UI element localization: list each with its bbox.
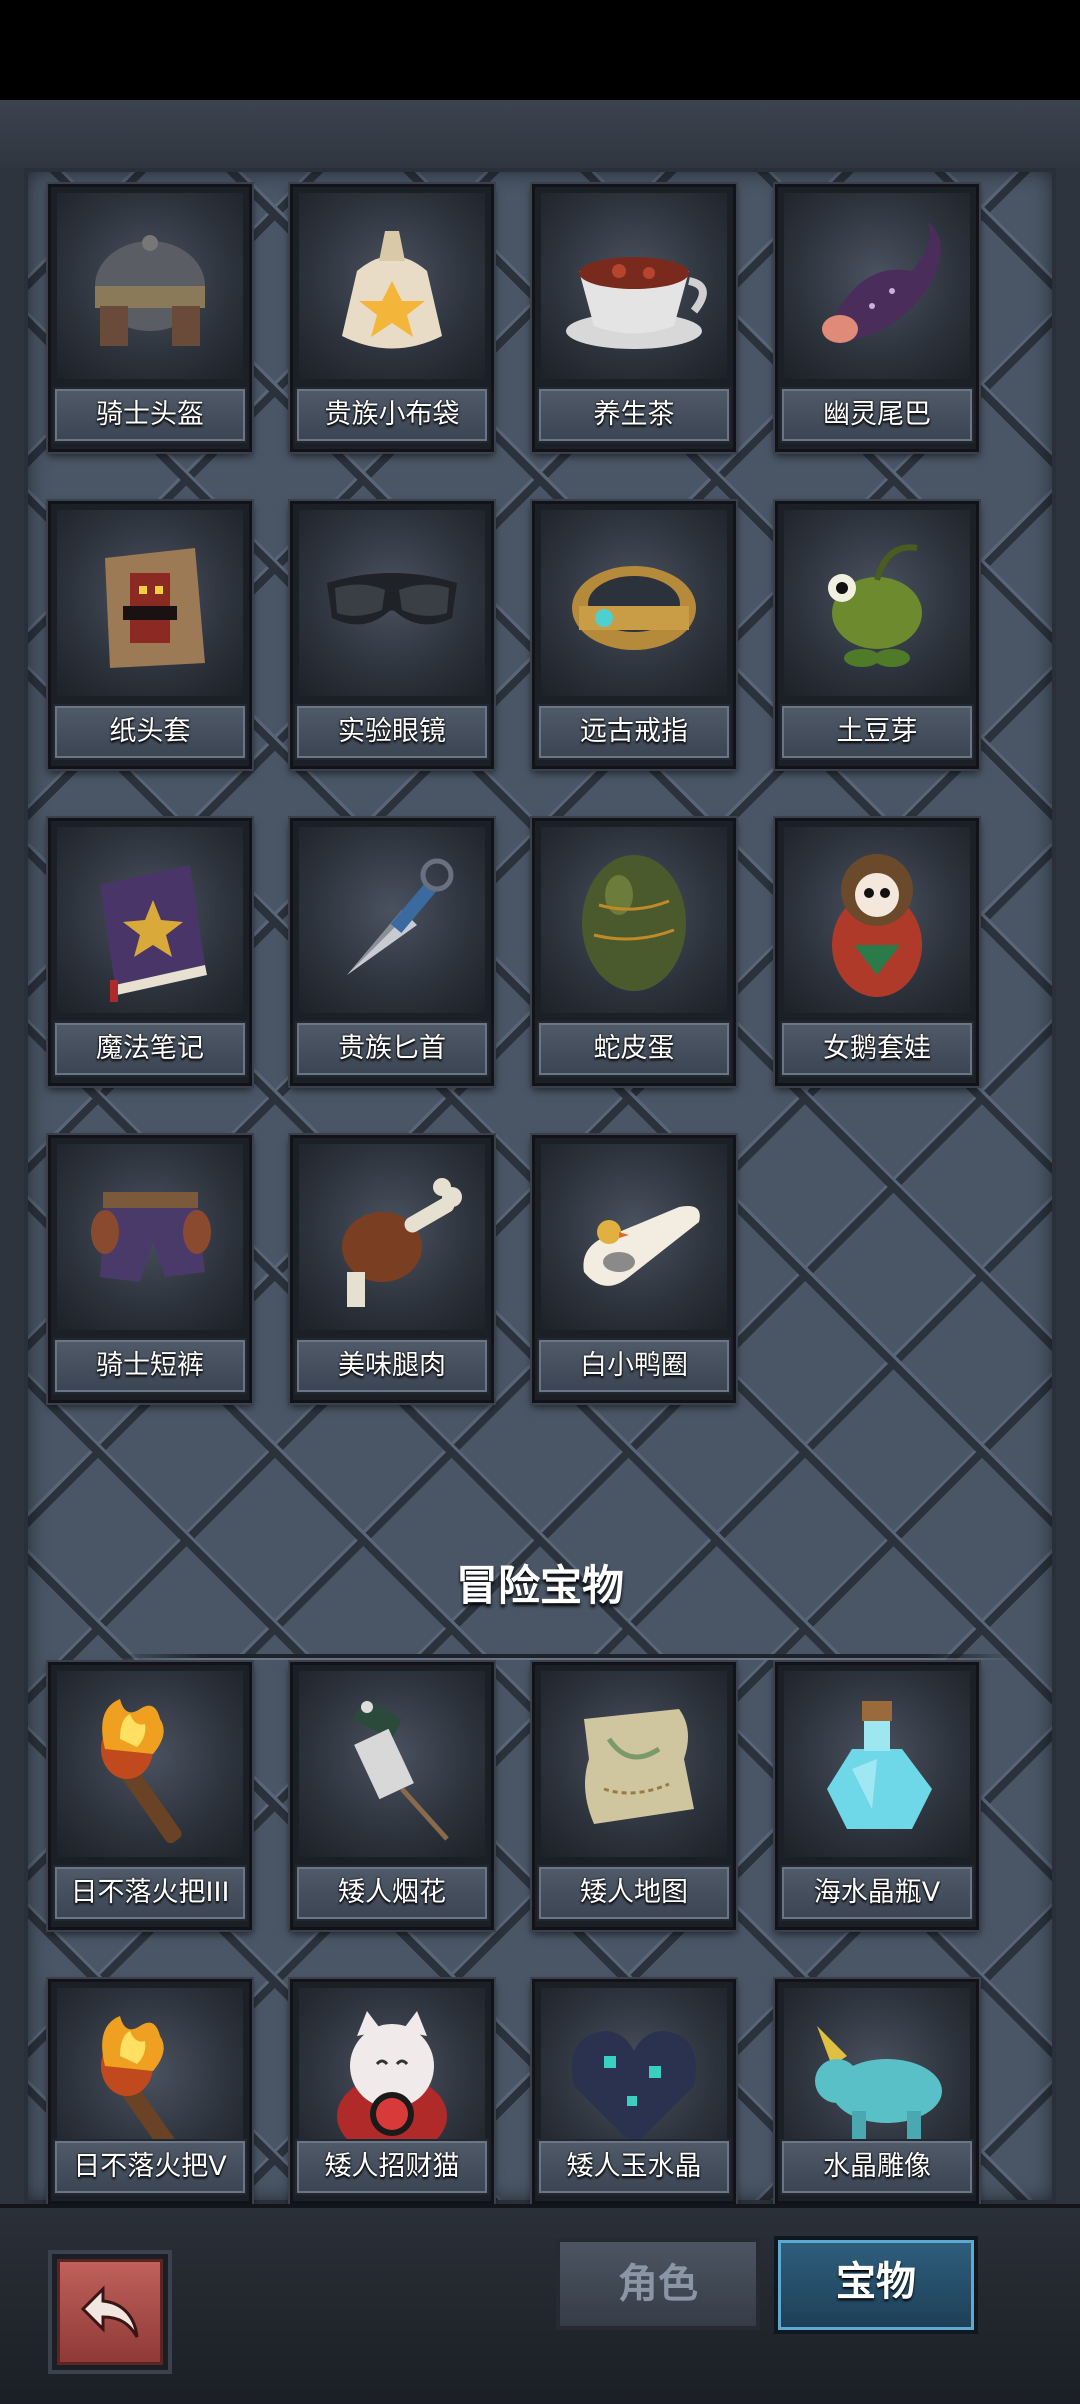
- back-button[interactable]: [48, 2250, 172, 2374]
- torch-icon: [57, 1671, 243, 1857]
- helmet-icon: [57, 193, 243, 379]
- item-name: 幽灵尾巴: [780, 387, 974, 443]
- item-card[interactable]: 水晶雕像: [775, 1979, 979, 2204]
- dagger-icon: [299, 827, 485, 1013]
- tea-cup-icon: [541, 193, 727, 379]
- shorts-icon: [57, 1144, 243, 1330]
- item-card[interactable]: 白小鸭圈: [532, 1135, 736, 1403]
- item-card[interactable]: 魔法笔记: [48, 818, 252, 1086]
- item-card[interactable]: 骑士头盔: [48, 184, 252, 452]
- item-name: 日不落火把III: [53, 1865, 247, 1921]
- item-card[interactable]: 日不落火把V: [48, 1979, 252, 2204]
- item-name: 养生茶: [537, 387, 731, 443]
- item-name: 蛇皮蛋: [537, 1021, 731, 1077]
- item-card[interactable]: 海水晶瓶V: [775, 1662, 979, 1930]
- item-name: 矮人玉水晶: [537, 2139, 731, 2195]
- item-name: 海水晶瓶V: [780, 1865, 974, 1921]
- item-card[interactable]: 实验眼镜: [290, 501, 494, 769]
- item-name: 女鹅套娃: [780, 1021, 974, 1077]
- item-card[interactable]: 矮人烟花: [290, 1662, 494, 1930]
- sprout-icon: [784, 510, 970, 696]
- item-name: 矮人烟花: [295, 1865, 489, 1921]
- item-name: 土豆芽: [780, 704, 974, 760]
- item-name: 纸头套: [53, 704, 247, 760]
- item-card[interactable]: 贵族小布袋: [290, 184, 494, 452]
- item-card[interactable]: 矮人玉水晶: [532, 1979, 736, 2204]
- meat-icon: [299, 1144, 485, 1330]
- item-card[interactable]: 矮人地图: [532, 1662, 736, 1930]
- firework-icon: [299, 1671, 485, 1857]
- map-icon: [541, 1671, 727, 1857]
- item-name: 远古戒指: [537, 704, 731, 760]
- pouch-icon: [299, 193, 485, 379]
- item-card[interactable]: 矮人招财猫: [290, 1979, 494, 2204]
- tab-role[interactable]: 角色: [556, 2238, 760, 2330]
- ghost-tail-icon: [784, 193, 970, 379]
- item-card[interactable]: 日不落火把III: [48, 1662, 252, 1930]
- paper-bag-icon: [57, 510, 243, 696]
- item-card[interactable]: 土豆芽: [775, 501, 979, 769]
- crystal-bottle-icon: [784, 1671, 970, 1857]
- item-name: 实验眼镜: [295, 704, 489, 760]
- item-name: 日不落火把V: [53, 2139, 247, 2195]
- item-card[interactable]: 贵族匕首: [290, 818, 494, 1086]
- ring-icon: [541, 510, 727, 696]
- tab-treasure[interactable]: 宝物: [774, 2236, 978, 2334]
- item-card[interactable]: 养生茶: [532, 184, 736, 452]
- item-card[interactable]: 蛇皮蛋: [532, 818, 736, 1086]
- spellbook-icon: [57, 827, 243, 1013]
- item-name: 骑士头盔: [53, 387, 247, 443]
- goggles-icon: [299, 510, 485, 696]
- section-title: 冒险宝物: [455, 1561, 624, 1610]
- item-name: 矮人招财猫: [295, 2139, 489, 2195]
- item-card[interactable]: 纸头套: [48, 501, 252, 769]
- swim-ring-icon: [541, 1144, 727, 1330]
- item-name: 贵族小布袋: [295, 387, 489, 443]
- item-name: 白小鸭圈: [537, 1338, 731, 1394]
- frame-right: [1056, 168, 1080, 2204]
- section-divider: [114, 1654, 1014, 1660]
- frame-left: [0, 168, 24, 2204]
- frame-top: [0, 100, 1080, 168]
- item-card[interactable]: 幽灵尾巴: [775, 184, 979, 452]
- item-name: 水晶雕像: [780, 2139, 974, 2195]
- egg-icon: [541, 827, 727, 1013]
- item-card[interactable]: 远古戒指: [532, 501, 736, 769]
- item-card[interactable]: 美味腿肉: [290, 1135, 494, 1403]
- back-arrow-icon: [80, 2285, 139, 2338]
- item-name: 骑士短裤: [53, 1338, 247, 1394]
- item-card[interactable]: 女鹅套娃: [775, 818, 979, 1086]
- item-card[interactable]: 骑士短裤: [48, 1135, 252, 1403]
- item-name: 美味腿肉: [295, 1338, 489, 1394]
- item-name: 矮人地图: [537, 1865, 731, 1921]
- doll-icon: [784, 827, 970, 1013]
- item-name: 魔法笔记: [53, 1021, 247, 1077]
- item-name: 贵族匕首: [295, 1021, 489, 1077]
- status-bar: [0, 0, 1080, 100]
